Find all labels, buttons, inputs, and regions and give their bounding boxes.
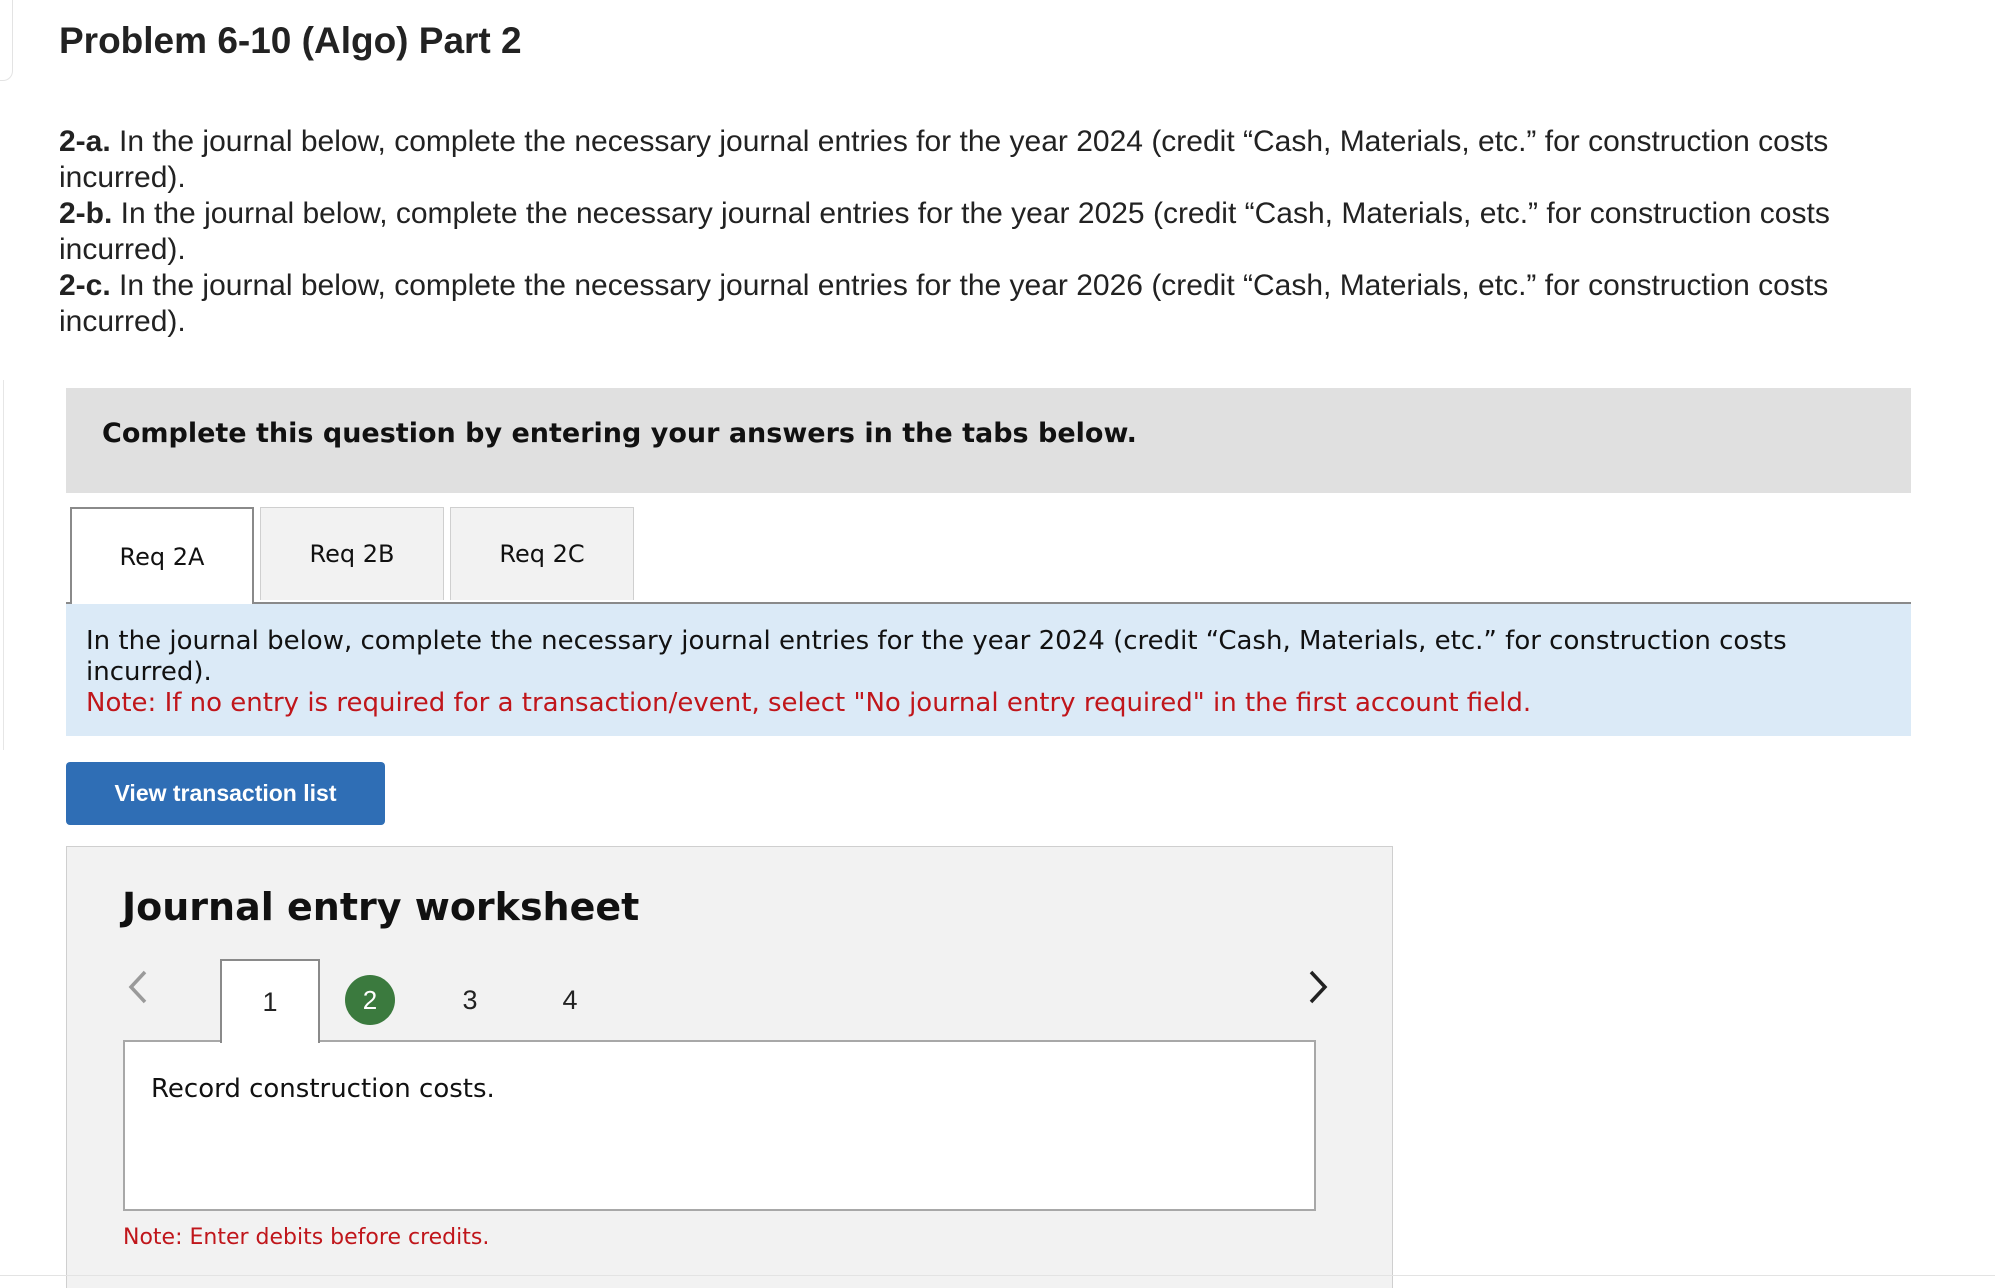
instruction-label: 2-a. [59,125,111,158]
instruction-text: In the journal below, complete the neces… [59,269,1829,338]
chevron-right-icon[interactable] [1305,967,1331,1017]
worksheet-step-2[interactable]: 2 [320,959,420,1041]
info-note: Note: If no entry is required for a tran… [86,688,1532,718]
tab-req-2a[interactable]: Req 2A [70,507,254,604]
tab-req-2b[interactable]: Req 2B [260,507,444,600]
frame-edge-left [0,380,4,750]
worksheet-step-4[interactable]: 4 [520,959,620,1041]
instructions: 2-a. In the journal below, complete the … [59,124,1939,340]
divider [0,1275,1995,1276]
instruction-label: 2-b. [59,197,113,230]
banner-text: Complete this question by entering your … [102,418,1137,449]
page-title: Problem 6-10 (Algo) Part 2 [59,20,522,61]
journal-entry-worksheet: Journal entry worksheet 1 2 3 4 Record c… [66,846,1393,1288]
chevron-left-icon[interactable] [125,967,151,1017]
instruction-label: 2-c. [59,269,111,302]
req-tabs: Req 2A Req 2B Req 2C [66,507,1911,604]
view-transaction-list-button[interactable]: View transaction list [66,762,385,825]
transaction-description: Record construction costs. [123,1040,1316,1211]
instruction-2b: 2-b. In the journal below, complete the … [59,196,1939,268]
info-panel: In the journal below, complete the neces… [66,604,1911,736]
info-text: In the journal below, complete the neces… [86,626,1787,687]
instruction-text: In the journal below, complete the neces… [59,197,1830,266]
worksheet-step-1[interactable]: 1 [220,959,320,1043]
question-banner: Complete this question by entering your … [66,388,1911,493]
tab-req-2c[interactable]: Req 2C [450,507,634,600]
frame-edge [0,0,13,81]
instruction-text: In the journal below, complete the neces… [59,125,1829,194]
description-text: Record construction costs. [151,1074,495,1104]
instruction-2a: 2-a. In the journal below, complete the … [59,124,1939,196]
step-complete-badge: 2 [345,975,395,1025]
worksheet-step-3[interactable]: 3 [420,959,520,1041]
worksheet-note: Note: Enter debits before credits. [123,1225,490,1250]
instruction-2c: 2-c. In the journal below, complete the … [59,268,1939,340]
worksheet-title: Journal entry worksheet [122,885,640,929]
